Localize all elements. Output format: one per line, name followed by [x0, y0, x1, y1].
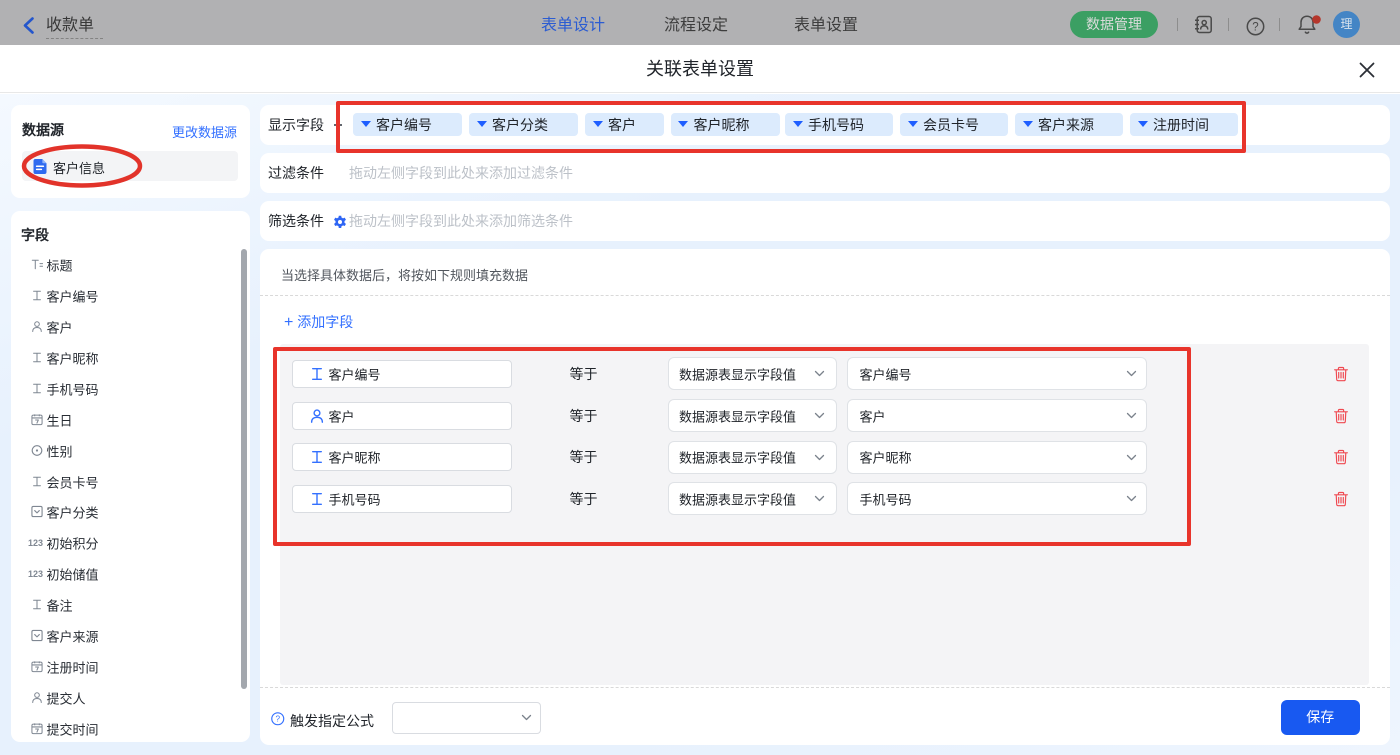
svg-text:?: ?	[275, 715, 280, 724]
svg-text:?: ?	[1252, 21, 1258, 33]
